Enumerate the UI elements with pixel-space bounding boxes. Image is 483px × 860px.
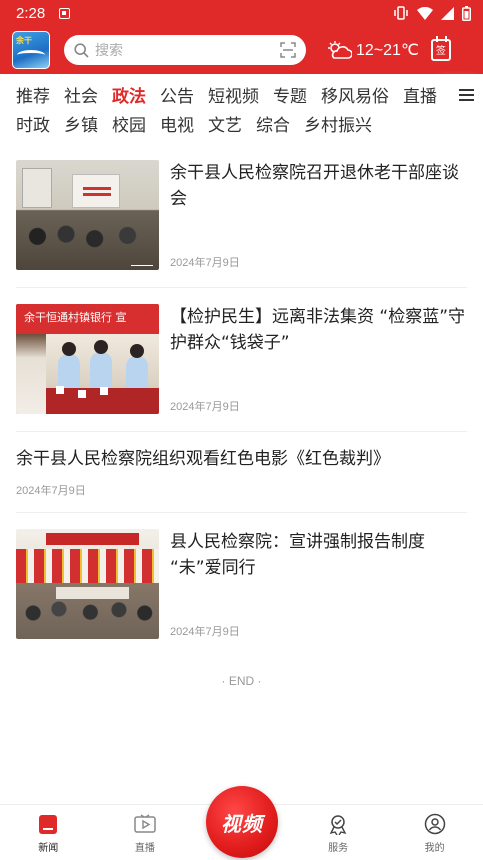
nav-label: 我的 [424, 843, 445, 854]
news-thumbnail [16, 160, 159, 270]
status-icons [393, 5, 471, 21]
tab-notice[interactable]: 公告 [160, 82, 194, 107]
news-date: 2024年7月9日 [170, 257, 240, 269]
live-icon [134, 813, 156, 835]
news-body: 余干县人民检察院召开退休老干部座谈会 2024年7月9日 [170, 160, 467, 270]
news-date: 2024年7月9日 [170, 626, 240, 638]
status-time: 2:28 [16, 4, 46, 22]
thumb-screen [72, 174, 120, 208]
news-date: 2024年7月9日 [16, 485, 86, 497]
tab-short-video[interactable]: 短视频 [208, 82, 259, 107]
wifi-icon [417, 6, 433, 20]
nav-live[interactable]: 直播 [97, 805, 194, 860]
channel-row-2: 时政 乡镇 校园 电视 文艺 综合 乡村振兴 [16, 109, 483, 138]
weather-widget[interactable]: 12~21℃ [326, 40, 419, 60]
tab-topics[interactable]: 专题 [273, 82, 307, 107]
tab-arts[interactable]: 文艺 [208, 111, 242, 136]
tab-towns[interactable]: 乡镇 [64, 111, 98, 136]
thumb-banner-text: 余干恒通村镇银行 宣 [16, 304, 159, 334]
news-item[interactable]: 余干恒通村镇银行 宣 【检护民生】远离非法集资 “检察蓝”守护群众“钱袋子” 2… [16, 288, 467, 432]
thumb-flags [16, 549, 159, 583]
news-title: 余干县人民检察院召开退休老干部座谈会 [170, 163, 459, 209]
nav-news[interactable]: 新闻 [0, 805, 97, 860]
channel-tabs: 推荐 社会 政法 公告 短视频 专题 移风易俗 直播 时政 乡镇 校园 电视 文… [0, 74, 483, 146]
tab-recommend[interactable]: 推荐 [16, 82, 50, 107]
news-item[interactable]: 县人民检察院：宣讲强制报告制度 “未”爱同行 2024年7月9日 [16, 513, 467, 656]
logo-text: 余干 [16, 36, 32, 45]
search-icon [74, 42, 89, 58]
news-list: 余干县人民检察院召开退休老干部座谈会 2024年7月9日 余干恒通村镇银行 宣 … [16, 152, 467, 656]
news-date: 2024年7月9日 [170, 401, 240, 413]
checkin-label: 签 [435, 46, 446, 57]
news-thumbnail [16, 529, 159, 639]
scan-icon[interactable] [280, 42, 296, 58]
menu-icon [458, 88, 474, 101]
battery-icon [462, 5, 471, 21]
thumb-people [16, 593, 159, 633]
app-header: 余干 搜索 12~21℃ 签 [0, 26, 483, 74]
channel-menu-button[interactable] [449, 80, 483, 109]
tab-general[interactable]: 综合 [256, 111, 290, 136]
top-bar: 2:28 余干 搜索 12~21℃ 签 [0, 0, 483, 74]
thumb-visitor [16, 334, 46, 414]
thumb-sign [46, 533, 139, 545]
vibrate-icon [394, 6, 408, 20]
app-screen: 2:28 余干 搜索 12~21℃ 签 推荐 社会 政法 公告 短视频 专题 移… [0, 0, 483, 860]
thumb-watermark [131, 260, 153, 266]
signal-icon [441, 6, 454, 20]
news-body: 县人民检察院：宣讲强制报告制度 “未”爱同行 2024年7月9日 [170, 529, 467, 639]
nav-service[interactable]: 服务 [290, 805, 387, 860]
video-center-button[interactable]: 视频 [206, 786, 278, 858]
thumb-head [130, 344, 144, 358]
news-title: 县人民检察院：宣讲强制报告制度 “未”爱同行 [170, 532, 425, 578]
nav-label: 新闻 [38, 843, 59, 854]
status-bar: 2:28 [0, 0, 483, 26]
news-thumbnail: 余干恒通村镇银行 宣 [16, 304, 159, 414]
video-center-label: 视频 [221, 811, 263, 836]
nav-label: 服务 [328, 843, 349, 854]
tab-rural-revitalization[interactable]: 乡村振兴 [304, 111, 372, 136]
weather-temperature: 12~21℃ [356, 42, 419, 59]
partly-cloudy-icon [328, 41, 352, 59]
tab-current-affairs[interactable]: 时政 [16, 111, 50, 136]
news-icon [37, 813, 59, 835]
tab-live[interactable]: 直播 [403, 82, 437, 107]
nav-label: 直播 [134, 843, 155, 854]
channel-row-1: 推荐 社会 政法 公告 短视频 专题 移风易俗 直播 [16, 80, 483, 109]
search-bar[interactable]: 搜索 [64, 35, 306, 65]
notification-icon [59, 7, 71, 19]
thumb-head [62, 342, 76, 356]
tab-society[interactable]: 社会 [64, 82, 98, 107]
checkin-button[interactable]: 签 [430, 36, 451, 61]
news-title: 【检护民生】远离非法集资 “检察蓝”守护群众“钱袋子” [170, 307, 466, 353]
service-icon [327, 813, 349, 835]
news-body: 【检护民生】远离非法集资 “检察蓝”守护群众“钱袋子” 2024年7月9日 [170, 304, 467, 414]
news-title: 余干县人民检察院组织观看红色电影《红色裁判》 [16, 449, 390, 469]
news-item[interactable]: 余干县人民检察院召开退休老干部座谈会 2024年7月9日 [16, 152, 467, 288]
thumb-people [16, 218, 159, 264]
tab-tv[interactable]: 电视 [160, 111, 194, 136]
logo-wave [17, 50, 45, 60]
app-logo[interactable]: 余干 [12, 31, 50, 69]
thumb-head [94, 340, 108, 354]
nav-profile[interactable]: 我的 [386, 805, 483, 860]
thumb-window [22, 168, 52, 208]
search-placeholder: 搜索 [95, 43, 123, 59]
thumb-table [46, 388, 159, 414]
tab-politics-law[interactable]: 政法 [112, 82, 146, 107]
news-item[interactable]: 余干县人民检察院组织观看红色电影《红色裁判》 2024年7月9日 [16, 432, 467, 513]
tab-customs[interactable]: 移风易俗 [321, 82, 389, 107]
list-end-marker: · END · [221, 674, 262, 688]
tab-campus[interactable]: 校园 [112, 111, 146, 136]
profile-icon [424, 813, 446, 835]
